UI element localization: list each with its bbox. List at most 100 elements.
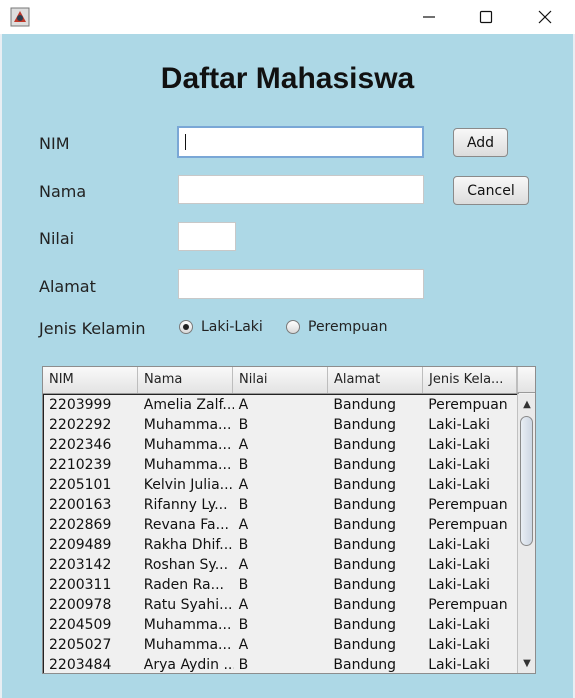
- table-cell: Perempuan: [428, 497, 508, 513]
- table-cell: Ratu Syahi...: [143, 597, 233, 613]
- table-row[interactable]: 2203999 Amelia Zalf... A Bandung Perempuan: [44, 395, 517, 415]
- table-cell: Bandung: [333, 637, 396, 653]
- table-cell: Laki-Laki: [428, 437, 490, 453]
- table-cell: Bandung: [333, 477, 396, 493]
- table-cell: Laki-Laki: [428, 557, 490, 573]
- radio-laki-laki[interactable]: Laki-Laki: [179, 319, 263, 335]
- table-row[interactable]: 2210239 Muhamma... B Bandung Laki-Laki: [44, 455, 517, 475]
- table-row[interactable]: 2204509 Muhamma... B Bandung Laki-Laki: [44, 615, 517, 635]
- radio-laki-laki-label: Laki-Laki: [201, 319, 263, 335]
- table-cell: B: [238, 537, 249, 553]
- table-cell: 2205027: [49, 637, 112, 653]
- cancel-button[interactable]: Cancel: [453, 176, 529, 205]
- column-header[interactable]: Nama: [138, 367, 233, 393]
- column-header[interactable]: Nilai: [233, 367, 328, 393]
- table-cell: B: [238, 657, 249, 673]
- table-cell: 2202869: [49, 517, 112, 533]
- nim-field[interactable]: [177, 126, 424, 158]
- close-icon: [538, 10, 552, 24]
- table-cell: A: [238, 477, 249, 493]
- scroll-down-arrow-icon[interactable]: ▼: [520, 656, 534, 670]
- table-cell: Bandung: [333, 617, 396, 633]
- table-header: NIM Nama Nilai Alamat Jenis Kela...: [43, 367, 519, 394]
- title-bar: [0, 0, 575, 34]
- nilai-field[interactable]: [178, 222, 236, 251]
- table-cell: 2202346: [49, 437, 112, 453]
- alamat-field[interactable]: [178, 269, 424, 299]
- table-cell: 2203142: [49, 557, 112, 573]
- table-cell: Muhamma...: [143, 457, 232, 473]
- table-cell: Rakha Dhif...: [143, 537, 233, 553]
- table-cell: 2203484: [49, 657, 112, 673]
- table-cell: 2200311: [49, 577, 112, 593]
- scrollbar-thumb[interactable]: [520, 416, 533, 546]
- table-cell: Muhamma...: [143, 637, 232, 653]
- table-row[interactable]: 2209489 Rakha Dhif... B Bandung Laki-Laki: [44, 535, 517, 555]
- table-row[interactable]: 2202346 Muhamma... A Bandung Laki-Laki: [44, 435, 517, 455]
- minimize-icon: [423, 16, 435, 18]
- table-cell: Rifanny Ly...: [143, 497, 228, 513]
- jenis-kelamin-label: Jenis Kelamin: [39, 319, 146, 338]
- text-caret: [185, 134, 186, 150]
- table-cell: 2204509: [49, 617, 112, 633]
- table-cell: 2200163: [49, 497, 112, 513]
- table-cell: B: [238, 617, 249, 633]
- nama-field[interactable]: [178, 175, 424, 204]
- table-row[interactable]: 2205027 Muhamma... A Bandung Laki-Laki: [44, 635, 517, 655]
- table-cell: Bandung: [333, 577, 396, 593]
- table-cell: Perempuan: [428, 517, 508, 533]
- table-cell: Laki-Laki: [428, 637, 490, 653]
- add-button[interactable]: Add: [453, 128, 508, 157]
- table-cell: Raden Ra...: [143, 577, 224, 593]
- table-cell: B: [238, 457, 249, 473]
- table-cell: 2205101: [49, 477, 112, 493]
- column-header[interactable]: Jenis Kela...: [423, 367, 517, 393]
- radio-selected-icon: [179, 320, 193, 334]
- table-cell: A: [238, 557, 249, 573]
- table-row[interactable]: 2200311 Raden Ra... B Bandung Laki-Laki: [44, 575, 517, 595]
- table-header-corner: [517, 367, 535, 393]
- table-cell: Bandung: [333, 537, 396, 553]
- radio-perempuan[interactable]: Perempuan: [286, 319, 387, 335]
- table-cell: A: [238, 397, 249, 413]
- table-cell: Bandung: [333, 397, 396, 413]
- column-header[interactable]: Alamat: [328, 367, 423, 393]
- table-row[interactable]: 2203484 Arya Aydin ... B Bandung Laki-Laki: [44, 655, 517, 673]
- close-button[interactable]: [522, 0, 568, 34]
- table-cell: Laki-Laki: [428, 537, 490, 553]
- radio-perempuan-label: Perempuan: [308, 319, 388, 335]
- table-cell: Bandung: [333, 517, 396, 533]
- table-body: 2203999 Amelia Zalf... A Bandung Perempuan 22…: [43, 394, 517, 673]
- radio-unselected-icon: [286, 320, 300, 334]
- table-cell: 2203999: [49, 397, 112, 413]
- table-cell: Bandung: [333, 657, 396, 673]
- table-cell: 2202292: [49, 417, 112, 433]
- table-cell: B: [238, 497, 249, 513]
- table-row[interactable]: 2200163 Rifanny Ly... B Bandung Perempuan: [44, 495, 517, 515]
- table-cell: A: [238, 437, 249, 453]
- table-cell: Laki-Laki: [428, 617, 490, 633]
- vertical-scrollbar[interactable]: ▲ ▼: [517, 394, 535, 673]
- table-cell: Laki-Laki: [428, 657, 490, 673]
- table-row[interactable]: 2203142 Roshan Sy... A Bandung Laki-Laki: [44, 555, 517, 575]
- table-cell: Muhamma...: [143, 437, 232, 453]
- maximize-button[interactable]: [463, 0, 509, 34]
- table-row[interactable]: 2202292 Muhamma... B Bandung Laki-Laki: [44, 415, 517, 435]
- nama-label: Nama: [39, 182, 87, 201]
- table-cell: Laki-Laki: [428, 577, 490, 593]
- java-app-icon: [10, 7, 30, 27]
- table-cell: Perempuan: [428, 597, 508, 613]
- table-row[interactable]: 2202869 Revana Fa... A Bandung Perempuan: [44, 515, 517, 535]
- student-table: NIM Nama Nilai Alamat Jenis Kela... 2203999 A…: [42, 366, 536, 674]
- scroll-up-arrow-icon[interactable]: ▲: [520, 397, 534, 411]
- table-cell: Laki-Laki: [428, 477, 490, 493]
- alamat-label: Alamat: [39, 277, 96, 296]
- table-cell: B: [238, 577, 249, 593]
- table-cell: Bandung: [333, 437, 396, 453]
- maximize-icon: [479, 10, 493, 24]
- table-cell: A: [238, 637, 249, 653]
- table-row[interactable]: 2200978 Ratu Syahi... A Bandung Perempuan: [44, 595, 517, 615]
- column-header[interactable]: NIM: [43, 367, 138, 393]
- minimize-button[interactable]: [406, 0, 452, 34]
- table-row[interactable]: 2205101 Kelvin Julia... A Bandung Laki-Laki: [44, 475, 517, 495]
